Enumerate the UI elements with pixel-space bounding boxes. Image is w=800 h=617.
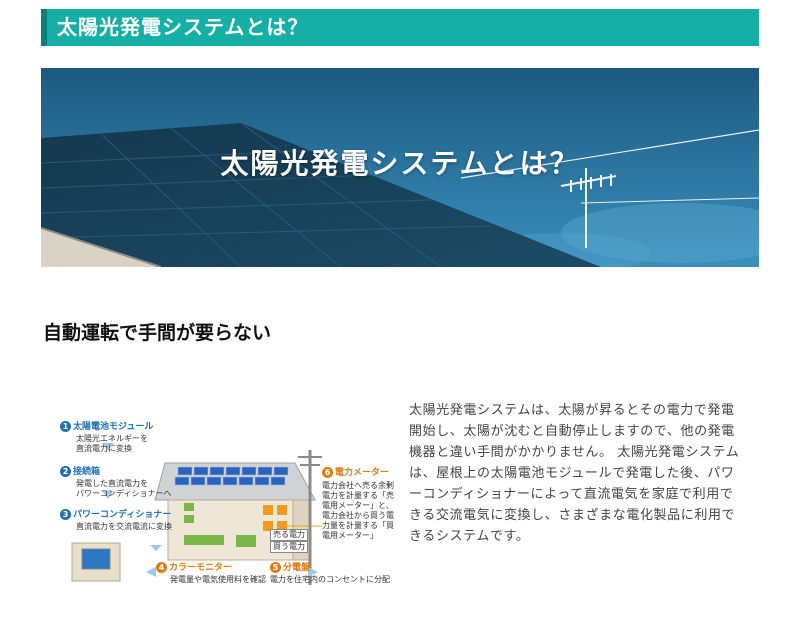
diagram-item-5-label: 分電盤 [283, 563, 311, 573]
step-2-badge: 2 [60, 466, 71, 477]
hero-title: 太陽光発電システムとは？ [220, 147, 580, 180]
diagram-item-4-desc-1: 発電量や電気使用料を確認 [170, 575, 266, 584]
step-1-badge: 1 [60, 421, 71, 432]
diagram-item-3-desc-1: 直流電力を交流電流に変換 [76, 522, 172, 531]
diagram-item-6-desc-3: 電用メーター」と、 [322, 501, 394, 510]
diagram-item-1-title: 1 太陽電池モジュール [60, 421, 153, 433]
diagram-item-6-desc-6: 電用メーター」 [322, 531, 378, 540]
step-6-badge: 6 [322, 467, 333, 478]
diagram-item-4-label: カラーモニター [169, 563, 233, 573]
diagram-item-2-desc-1: 発電した直流電力を [76, 479, 148, 488]
sell-power-label: 売る電力 [270, 529, 308, 541]
diagram-item-2-label: 接続箱 [73, 467, 101, 477]
step-3-badge: 3 [60, 509, 71, 520]
diagram-item-6-desc-2: 電力を計量する「売 [322, 491, 394, 500]
buy-power-label: 買う電力 [270, 541, 308, 553]
diagram-item-2-desc-2: パワーコンディショナーへ [76, 489, 172, 498]
section-header-bar: 太陽光発電システムとは？ [41, 9, 759, 46]
diagram-item-5-desc-1: 電力を住宅内のコンセントに分配 [270, 575, 390, 584]
diagram-item-1-desc-1: 太陽光エネルギーを [76, 434, 148, 443]
diagram-item-1-desc-2: 直流電力に変換 [76, 444, 132, 453]
diagram-item-6-desc-1: 電力会社へ売る余剰 [322, 481, 394, 490]
diagram-item-5-title: 5 分電盤 [270, 562, 310, 574]
diagram-item-2-title: 2 接続箱 [60, 466, 100, 478]
diagram-item-1-label: 太陽電池モジュール [73, 422, 154, 432]
diagram-item-4-title: 4 カラーモニター [156, 562, 232, 574]
feature-description: 太陽光発電システムは、太陽が昇るとその電力で発電開始し、太陽が沈むと自動停止しま… [409, 403, 740, 544]
step-5-badge: 5 [270, 562, 281, 573]
diagram-item-6-title: 6 電力メーター [322, 467, 389, 479]
diagram-item-3-title: 3 パワーコンディショナー [60, 509, 171, 521]
solar-system-diagram: 1 太陽電池モジュール 太陽光エネルギーを 直流電力に変換 2 接続箱 発電した直流… [60, 405, 394, 595]
diagram-item-6-desc-4: 電力会社から買う電 [322, 511, 394, 520]
section-title: 太陽光発電システムとは？ [57, 15, 309, 39]
diagram-item-6-label: 電力メーター [335, 468, 390, 478]
hero-banner: 太陽光発電システムとは？ [41, 68, 759, 267]
diagram-item-6-desc-5: 力量を計量する「買 [322, 521, 394, 530]
diagram-item-3-label: パワーコンディショナー [73, 510, 172, 520]
step-4-badge: 4 [156, 562, 167, 573]
feature-heading: 自動運転で手間が要らない [43, 322, 272, 344]
